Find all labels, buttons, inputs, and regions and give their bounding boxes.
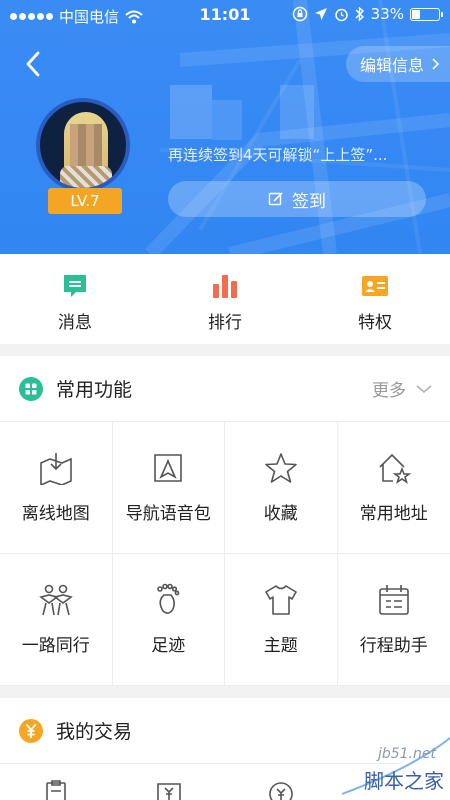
battery-percent: 33% xyxy=(370,5,404,23)
trip-assistant-label: 行程助手 xyxy=(359,636,428,656)
back-button[interactable] xyxy=(16,46,52,82)
ranking-label: 排行 xyxy=(208,313,242,333)
privilege-card-icon xyxy=(362,276,388,296)
chevron-right-icon xyxy=(432,58,440,70)
profile-header: 中国电信 11:01 33% 编辑信息 LV.7 再连续签到4天可解锁“上上签”… xyxy=(0,0,450,254)
avatar[interactable]: LV.7 xyxy=(36,98,130,214)
edit-pencil-icon xyxy=(268,192,283,206)
watermark-site-name: 脚本之家 xyxy=(364,769,444,793)
sign-in-button[interactable]: 签到 xyxy=(168,181,426,217)
trade-item-1[interactable] xyxy=(0,764,113,800)
username-pixelated xyxy=(170,85,212,139)
my-trades-title: 我的交易 xyxy=(56,721,133,743)
more-label: 更多 xyxy=(372,381,406,401)
footprint-label: 足迹 xyxy=(151,636,186,656)
rotation-lock-icon xyxy=(292,6,307,22)
grid-apps-icon xyxy=(19,376,43,401)
avatar-image xyxy=(36,98,130,192)
alarm-icon xyxy=(334,8,348,21)
grid-item-footprint[interactable]: 足迹 xyxy=(112,554,225,686)
voice-pack-icon xyxy=(154,454,183,482)
site-watermark: jb51.net 脚本之家 xyxy=(302,728,450,800)
messages-button[interactable]: 消息 xyxy=(0,254,150,344)
offline-map-label: 离线地图 xyxy=(21,504,90,524)
common-functions-title: 常用功能 xyxy=(56,379,133,401)
username-pixelated-2 xyxy=(212,100,242,140)
quick-actions: 消息 排行 特权 xyxy=(0,254,450,344)
sign-in-label: 签到 xyxy=(292,191,326,212)
edit-profile-label: 编辑信息 xyxy=(359,56,424,75)
grid-item-offline-map[interactable]: 离线地图 xyxy=(0,422,113,554)
tshirt-icon xyxy=(264,585,297,615)
location-arrow-icon xyxy=(314,8,327,20)
more-button[interactable]: 更多 xyxy=(372,376,432,401)
bluetooth-icon xyxy=(355,6,364,22)
chevron-left-icon xyxy=(26,51,40,77)
ranking-button[interactable]: 排行 xyxy=(150,254,300,344)
grid-item-voice-pack[interactable]: 导航语音包 xyxy=(112,422,225,554)
battery-icon xyxy=(410,7,443,21)
yuan-circle-icon xyxy=(269,782,294,800)
yuan-ticket-icon xyxy=(156,783,181,800)
edit-profile-button[interactable]: 编辑信息 xyxy=(345,46,450,82)
voice-pack-label: 导航语音包 xyxy=(125,504,211,524)
privileges-button[interactable]: 特权 xyxy=(300,254,450,344)
footprint-icon xyxy=(157,583,180,614)
companions-icon xyxy=(38,584,73,616)
messages-label: 消息 xyxy=(58,313,92,333)
calendar-icon xyxy=(378,585,409,615)
watermark-domain: jb51.net xyxy=(377,746,436,762)
offline-map-icon xyxy=(39,453,72,485)
grid-item-frequent-address[interactable]: 常用地址 xyxy=(337,422,450,554)
ranking-icon xyxy=(213,275,237,298)
message-icon xyxy=(64,275,86,297)
favorites-label: 收藏 xyxy=(263,504,298,524)
grid-item-trip-assistant[interactable]: 行程助手 xyxy=(337,554,450,686)
trade-item-2[interactable] xyxy=(113,764,226,800)
yuan-coin-icon xyxy=(19,718,43,743)
common-functions-header: 常用功能 更多 xyxy=(0,356,450,422)
username-pixelated-3 xyxy=(280,85,314,139)
frequent-address-label: 常用地址 xyxy=(359,504,428,524)
sign-in-streak-tip: 再连续签到4天可解锁“上上签”... xyxy=(168,146,388,164)
travel-together-label: 一路同行 xyxy=(21,636,90,656)
star-icon xyxy=(264,453,297,483)
privileges-label: 特权 xyxy=(358,313,392,333)
level-badge: LV.7 xyxy=(48,188,122,214)
grid-item-theme[interactable]: 主题 xyxy=(225,554,338,686)
status-bar: 中国电信 11:01 33% xyxy=(0,0,450,30)
theme-label: 主题 xyxy=(263,636,298,656)
function-grid: 离线地图 导航语音包 收藏 常用地址 一路同行 足迹 主题 行程助手 xyxy=(0,422,450,686)
grid-item-favorites[interactable]: 收藏 xyxy=(225,422,338,554)
chevron-down-icon xyxy=(416,384,432,393)
home-star-icon xyxy=(379,453,411,484)
grid-item-travel-together[interactable]: 一路同行 xyxy=(0,554,113,686)
common-functions-section: 常用功能 更多 离线地图 导航语音包 收藏 常用地址 一路同行 足迹 主题 行程… xyxy=(0,356,450,686)
clipboard-icon xyxy=(46,780,67,800)
